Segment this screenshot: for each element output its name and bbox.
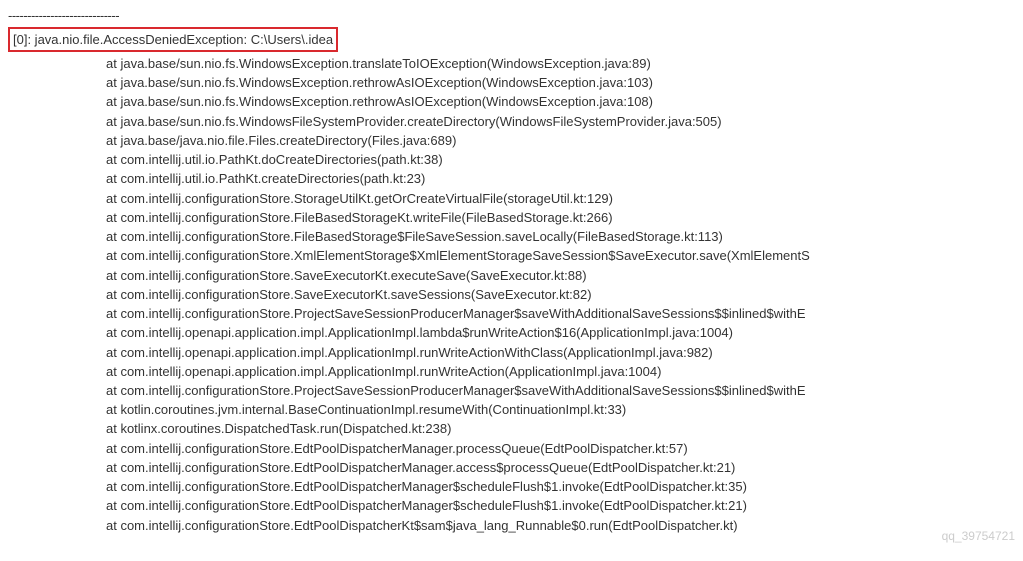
stack-frame: at java.base/sun.nio.fs.WindowsFileSyste… <box>8 112 1015 131</box>
stack-frame: at java.base/sun.nio.fs.WindowsException… <box>8 92 1015 111</box>
stack-frame: at com.intellij.openapi.application.impl… <box>8 362 1015 381</box>
stack-frame: at com.intellij.configurationStore.EdtPo… <box>8 458 1015 477</box>
stack-frame: at kotlin.coroutines.jvm.internal.BaseCo… <box>8 400 1015 419</box>
stack-frame: at java.base/java.nio.file.Files.createD… <box>8 131 1015 150</box>
stack-frame: at java.base/sun.nio.fs.WindowsException… <box>8 54 1015 73</box>
stack-frame: at com.intellij.configurationStore.SaveE… <box>8 266 1015 285</box>
stack-frame: at com.intellij.configurationStore.Stora… <box>8 189 1015 208</box>
stack-frame: at com.intellij.openapi.application.impl… <box>8 323 1015 342</box>
stack-trace-panel: ----------------------------- [0]: java.… <box>0 0 1023 541</box>
stack-frame: at com.intellij.configurationStore.EdtPo… <box>8 516 1015 535</box>
stack-frame: at com.intellij.configurationStore.EdtPo… <box>8 496 1015 515</box>
stack-trace-lines: at java.base/sun.nio.fs.WindowsException… <box>8 54 1015 535</box>
stack-frame: at com.intellij.util.io.PathKt.createDir… <box>8 169 1015 188</box>
stack-frame: at com.intellij.configurationStore.Proje… <box>8 381 1015 400</box>
stack-frame: at com.intellij.openapi.application.impl… <box>8 343 1015 362</box>
stack-frame: at com.intellij.configurationStore.FileB… <box>8 208 1015 227</box>
stack-frame: at com.intellij.configurationStore.EdtPo… <box>8 477 1015 496</box>
stack-frame: at com.intellij.util.io.PathKt.doCreateD… <box>8 150 1015 169</box>
stack-frame: at java.base/sun.nio.fs.WindowsException… <box>8 73 1015 92</box>
stack-frame: at com.intellij.configurationStore.FileB… <box>8 227 1015 246</box>
separator-line: ----------------------------- <box>8 6 1015 26</box>
stack-frame: at com.intellij.configurationStore.Proje… <box>8 304 1015 323</box>
stack-frame: at kotlinx.coroutines.DispatchedTask.run… <box>8 419 1015 438</box>
stack-frame: at com.intellij.configurationStore.SaveE… <box>8 285 1015 304</box>
exception-message: [0]: java.nio.file.AccessDeniedException… <box>8 27 338 53</box>
stack-frame: at com.intellij.configurationStore.EdtPo… <box>8 439 1015 458</box>
stack-frame: at com.intellij.configurationStore.XmlEl… <box>8 246 1015 265</box>
